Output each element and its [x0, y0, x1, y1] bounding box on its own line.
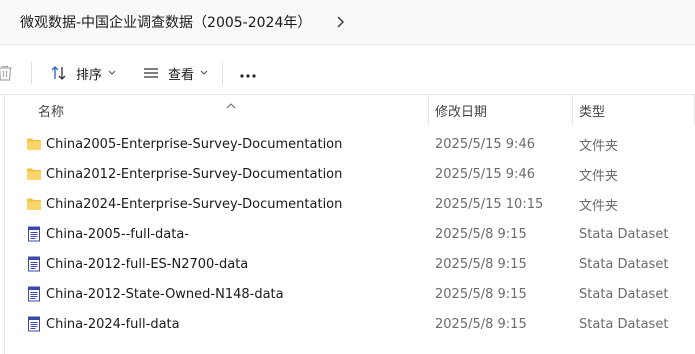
file-name: China2012-Enterprise-Survey-Documentatio…: [46, 166, 343, 182]
column-header-row: 名称 修改日期 类型: [0, 95, 695, 125]
file-type: Stata Dataset: [579, 256, 669, 272]
more-options-button[interactable]: [235, 59, 261, 87]
toolbar-divider: [31, 61, 32, 85]
file-row[interactable]: China-2024-full-data 2025/5/8 9:15 Stata…: [0, 309, 695, 339]
file-name: China2005-Enterprise-Survey-Documentatio…: [46, 136, 343, 152]
file-name: China-2024-full-data: [46, 316, 180, 332]
stata-file-icon: [26, 256, 42, 272]
file-row[interactable]: China2005-Enterprise-Survey-Documentatio…: [0, 129, 695, 159]
file-date: 2025/5/8 9:15: [435, 286, 527, 302]
file-date: 2025/5/8 9:15: [435, 256, 527, 272]
file-date: 2025/5/15 9:46: [435, 166, 535, 182]
file-type: Stata Dataset: [579, 226, 669, 242]
file-type: Stata Dataset: [579, 286, 669, 302]
file-row[interactable]: China2024-Enterprise-Survey-Documentatio…: [0, 189, 695, 219]
chevron-right-icon[interactable]: [332, 14, 348, 30]
stata-file-icon: [26, 226, 42, 242]
sort-label: 排序: [76, 67, 103, 83]
file-name: China-2005--full-data-: [46, 226, 189, 242]
breadcrumb-current-folder[interactable]: 微观数据-中国企业调查数据（2005-2024年）: [17, 8, 314, 36]
folder-icon: [26, 196, 42, 212]
more-icon: [239, 64, 257, 83]
file-row[interactable]: China2012-Enterprise-Survey-Documentatio…: [0, 159, 695, 189]
file-date: 2025/5/15 10:15: [435, 196, 544, 212]
folder-icon: [26, 166, 42, 182]
file-name: China-2012-State-Owned-N148-data: [46, 286, 284, 302]
file-name: China-2012-full-ES-N2700-data: [46, 256, 249, 272]
file-type: 文件夹: [579, 168, 619, 184]
toolbar-divider: [222, 61, 223, 85]
file-row[interactable]: China-2005--full-data- 2025/5/8 9:15 Sta…: [0, 219, 695, 249]
file-row[interactable]: China-2012-full-ES-N2700-data 2025/5/8 9…: [0, 249, 695, 279]
command-bar: 排序 查看: [0, 52, 695, 95]
file-date: 2025/5/8 9:15: [435, 316, 527, 332]
file-row[interactable]: China-2012-State-Owned-N148-data 2025/5/…: [0, 279, 695, 309]
column-resize-handle[interactable]: [428, 95, 429, 125]
sort-button[interactable]: 排序: [46, 59, 120, 87]
column-resize-handle[interactable]: [572, 95, 573, 125]
column-header-date[interactable]: 修改日期: [435, 95, 487, 125]
folder-icon: [26, 136, 42, 152]
chevron-down-icon: [200, 69, 208, 77]
file-date: 2025/5/8 9:15: [435, 226, 527, 242]
sort-icon: [50, 64, 68, 82]
file-type: Stata Dataset: [579, 316, 669, 332]
address-bar[interactable]: 微观数据-中国企业调查数据（2005-2024年）: [0, 0, 695, 45]
stata-file-icon: [26, 316, 42, 332]
file-type: 文件夹: [579, 138, 619, 154]
file-name: China2024-Enterprise-Survey-Documentatio…: [46, 196, 343, 212]
view-button[interactable]: 查看: [138, 59, 212, 87]
column-header-type[interactable]: 类型: [579, 95, 605, 125]
column-header-name[interactable]: 名称: [38, 95, 64, 125]
stata-file-icon: [26, 286, 42, 302]
view-list-icon: [142, 64, 160, 82]
file-type: 文件夹: [579, 198, 619, 214]
delete-icon[interactable]: [0, 64, 14, 82]
view-label: 查看: [168, 67, 195, 83]
chevron-down-icon: [108, 69, 116, 77]
file-date: 2025/5/15 9:46: [435, 136, 535, 152]
